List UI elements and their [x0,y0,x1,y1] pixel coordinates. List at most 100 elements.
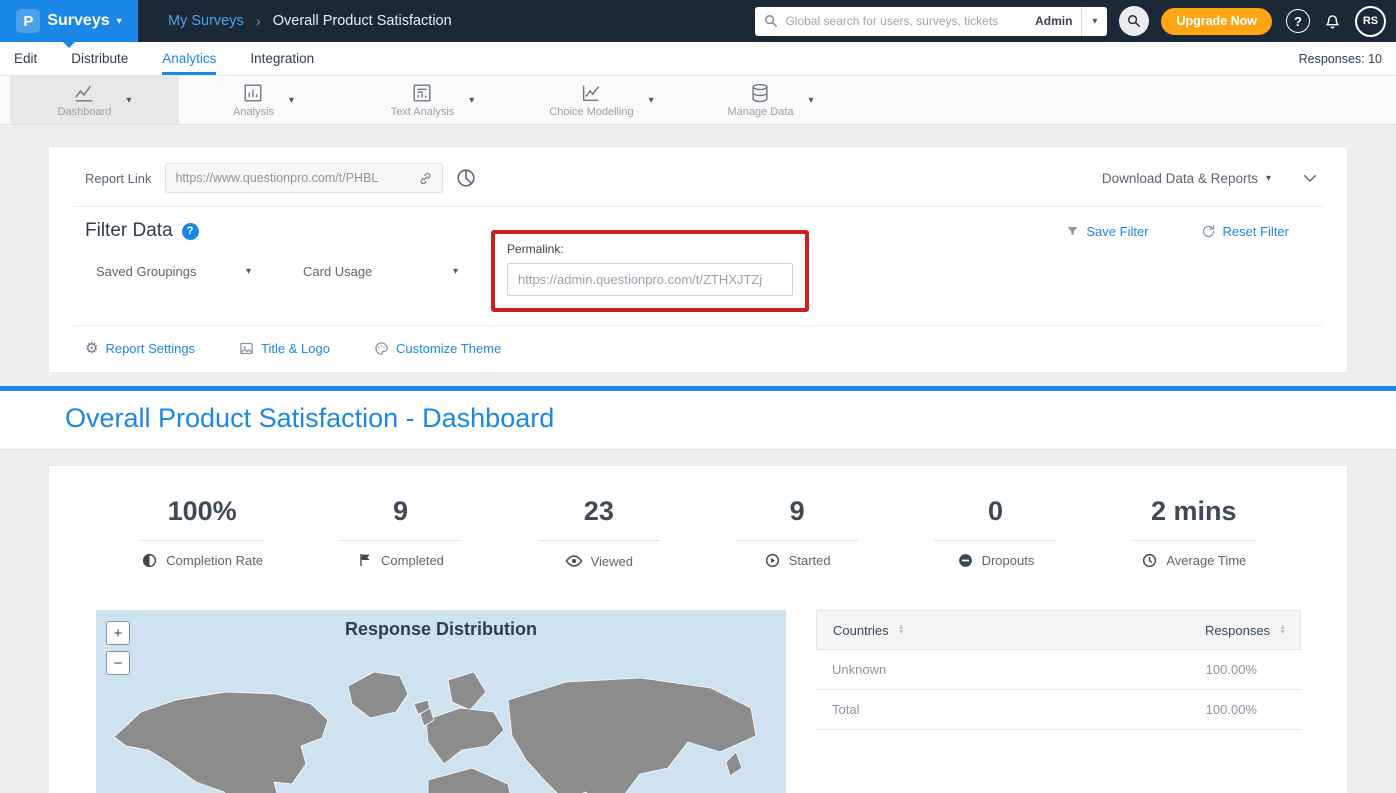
top-navbar: P Surveys ▾ My Surveys › Overall Product… [0,0,1396,42]
tab-analysis[interactable]: Analysis ▾ [179,76,348,124]
caret-down-icon[interactable]: ▾ [649,95,654,106]
subnav-integration[interactable]: Integration [250,42,314,75]
save-filter-button[interactable]: Save Filter [1066,224,1148,239]
subnav-distribute[interactable]: Distribute [71,42,128,75]
stat-value: 23 [584,496,614,527]
report-panel: Report Link Download Data & Reports ▾ [48,146,1348,373]
stat-completed: 9 Completed [301,496,499,570]
search-icon [764,14,778,28]
help-button[interactable]: ? [1286,9,1310,33]
responses-column-header[interactable]: Responses [1205,623,1270,638]
reset-filter-button[interactable]: Reset Filter [1201,224,1289,239]
stat-label: Started [789,553,831,568]
link-icon [418,171,433,186]
gear-icon: ⚙ [85,341,98,356]
notifications-bell-icon[interactable] [1323,12,1342,31]
divider [141,540,263,541]
stat-label: Dropouts [982,553,1035,568]
search-input[interactable] [785,14,1026,28]
advanced-search-button[interactable] [1119,6,1149,36]
stat-label: Average Time [1166,553,1246,568]
flag-icon [357,552,373,568]
user-avatar[interactable]: RS [1355,6,1386,37]
tab-label: Dashboard [58,106,112,118]
report-link-field[interactable] [165,163,443,193]
saved-groupings-dropdown[interactable]: Saved Groupings ▾ [96,264,251,279]
stat-value: 9 [790,496,805,527]
product-switcher[interactable]: P Surveys ▾ [0,0,138,42]
funnel-icon [1066,225,1079,238]
divider [73,325,1323,326]
map-zoom-in-button[interactable]: + [106,621,130,645]
search-scope-label: Admin [1026,14,1081,28]
minus-circle-icon [957,552,974,569]
countries-column-header[interactable]: Countries [833,623,889,638]
subnav-label: Analytics [162,51,216,66]
saved-groupings-label: Saved Groupings [96,264,196,279]
caret-down-icon: ▾ [246,266,251,277]
upgrade-button[interactable]: Upgrade Now [1161,8,1272,35]
stat-value: 9 [393,496,408,527]
subnav-analytics[interactable]: Analytics [162,42,216,75]
questionpro-logo: P [16,9,40,33]
subnav-label: Distribute [71,51,128,66]
image-icon [239,341,254,356]
tab-text-analysis[interactable]: Text Analysis ▾ [348,76,517,124]
dashboard-card: 100% Completion Rate 9 Completed [48,465,1348,793]
breadcrumb: My Surveys › Overall Product Satisfactio… [168,13,452,30]
page-title: Overall Product Satisfaction - Dashboard [65,403,1396,434]
sort-icon[interactable]: ▲▼ [1279,625,1286,635]
breadcrumb-my-surveys[interactable]: My Surveys [168,13,244,29]
report-link-label: Report Link [85,171,151,186]
report-link-input[interactable] [175,171,412,185]
caret-down-icon[interactable]: ▾ [469,95,474,106]
live-dashboard-pie-icon[interactable] [455,167,477,189]
reset-filter-label: Reset Filter [1223,224,1289,239]
eye-icon [565,552,583,570]
stat-dropouts: 0 Dropouts [896,496,1094,570]
stats-row: 100% Completion Rate 9 Completed [73,496,1323,570]
tab-manage-data[interactable]: Manage Data ▾ [686,76,855,124]
filter-help-icon[interactable]: ? [182,223,199,240]
line-chart-icon [73,82,95,104]
sort-icon[interactable]: ▲▼ [898,625,905,635]
subnav-edit[interactable]: Edit [14,42,37,75]
title-logo-button[interactable]: Title & Logo [239,341,330,356]
permalink-highlight-box: Permalink: [491,230,809,312]
caret-down-icon: ▾ [117,16,122,27]
stat-value: 0 [988,496,1003,527]
navbar-right: Admin ▾ Upgrade Now ? RS [755,6,1396,37]
tab-choice-modelling[interactable]: Choice Modelling ▾ [517,76,686,124]
tab-dashboard[interactable]: Dashboard ▾ [10,76,179,124]
table-row: Total 100.00% [816,690,1301,730]
search-scope-dropdown[interactable]: ▾ [1081,7,1107,36]
report-settings-button[interactable]: ⚙ Report Settings [85,341,195,356]
choice-modelling-chart-icon [580,82,602,104]
filter-data-title: Filter Data [85,220,173,242]
world-map-image[interactable] [96,642,786,793]
responses-count: Responses: 10 [1299,42,1382,75]
caret-down-icon[interactable]: ▾ [809,95,814,106]
download-data-reports-dropdown[interactable]: Download Data & Reports ▾ [1102,171,1271,186]
permalink-input[interactable] [507,263,793,296]
customize-theme-button[interactable]: Customize Theme [374,341,501,356]
play-circle-icon [764,552,781,569]
palette-icon [374,341,389,356]
title-logo-label: Title & Logo [261,341,330,356]
stat-label: Viewed [591,554,633,569]
stat-value: 100% [168,496,237,527]
caret-down-icon[interactable]: ▾ [126,95,131,106]
response-map-panel: + − Response Distribution [96,610,786,793]
map-zoom-controls: + − [106,621,130,675]
divider [73,206,1323,207]
caret-down-icon: ▾ [1266,173,1271,184]
card-usage-dropdown[interactable]: Card Usage ▾ [303,264,458,279]
responses-cell: 100.00% [1206,702,1257,717]
map-zoom-out-button[interactable]: − [106,651,130,675]
text-chart-icon [411,82,433,104]
stat-value: 2 mins [1151,496,1237,527]
divider [339,540,461,541]
collapse-panel-chevron-icon[interactable] [1301,169,1319,187]
caret-down-icon[interactable]: ▾ [289,95,294,106]
caret-down-icon: ▾ [1092,16,1097,27]
